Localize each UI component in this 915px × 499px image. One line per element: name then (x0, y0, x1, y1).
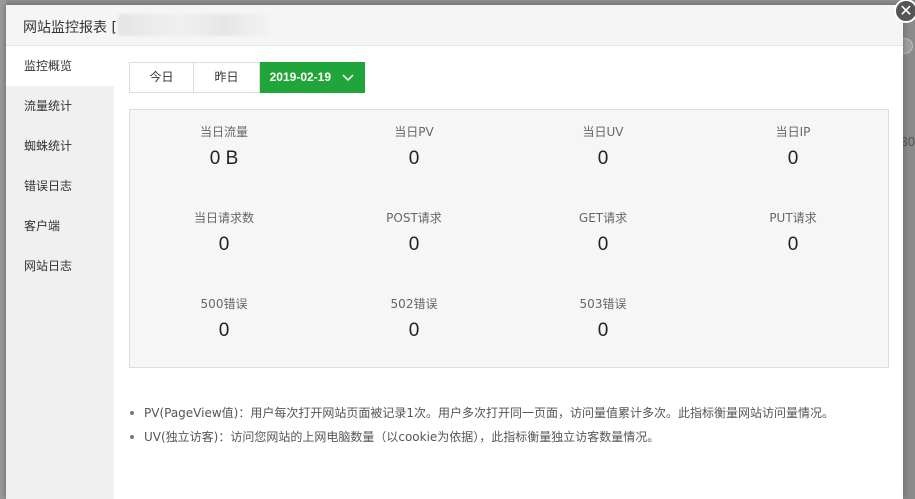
stat-label: 500错误 (200, 297, 248, 311)
background-overlay-right (905, 0, 915, 499)
sidebar-item-overview[interactable]: 监控概览 (6, 46, 114, 86)
sidebar-item-spider[interactable]: 蜘蛛统计 (6, 126, 114, 166)
stats-panel: 当日流量 0 B 当日PV 0 当日UV 0 当日IP 0 当日请求数 0 PO… (129, 109, 889, 368)
stat-daily-traffic: 当日流量 0 B (159, 123, 289, 170)
stat-daily-requests: 当日请求数 0 (159, 209, 289, 256)
overview-content: 今日 昨日 2019-02-19 当日流量 0 B 当日PV 0 当日UV 0 (114, 46, 903, 499)
stat-daily-ip: 当日IP 0 (728, 123, 858, 170)
metric-notes: PV(PageView值)：用户每次打开网站页面被记录1次。用户多次打开同一页面… (129, 401, 834, 449)
close-icon: ✕ (899, 1, 913, 20)
stat-value: 0 (218, 234, 230, 255)
stat-value: 0 (408, 148, 420, 169)
stat-500-errors: 500错误 0 (159, 295, 289, 342)
note-uv: UV(独立访客)：访问您网站的上网电脑数量（以cookie为依据），此指标衡量独… (129, 425, 834, 449)
stat-label: 当日PV (394, 125, 434, 139)
tab-today[interactable]: 今日 (129, 62, 194, 93)
stat-value: 0 (218, 320, 230, 341)
sidebar-item-client[interactable]: 客户端 (6, 206, 114, 246)
stat-value: 0 (408, 320, 420, 341)
stat-daily-pv: 当日PV 0 (349, 123, 479, 170)
stat-daily-uv: 当日UV 0 (538, 123, 668, 170)
date-picker[interactable]: 2019-02-19 (260, 62, 365, 93)
stat-503-errors: 503错误 0 (538, 295, 668, 342)
stat-label: 当日流量 (199, 125, 248, 139)
monitor-report-modal: 网站监控报表 [ 监控概览 流量统计 蜘蛛统计 错误日志 客户端 网站日志 今日… (6, 0, 915, 499)
stat-value: 0 (787, 148, 799, 169)
sidebar-item-traffic[interactable]: 流量统计 (6, 86, 114, 126)
stat-value: 0 (597, 148, 609, 169)
chevron-down-icon (342, 74, 354, 81)
stat-label: 当日请求数 (193, 211, 254, 225)
redacted-site-name (118, 14, 270, 36)
stat-label: 503错误 (579, 297, 627, 311)
stat-label: GET请求 (578, 211, 628, 225)
stat-value: 0 B (209, 148, 239, 169)
stat-label: PUT请求 (769, 211, 817, 225)
stat-label: 当日IP (775, 125, 811, 139)
report-sidebar: 监控概览 流量统计 蜘蛛统计 错误日志 客户端 网站日志 (6, 46, 114, 499)
stat-label: 502错误 (390, 297, 438, 311)
stat-value: 0 (597, 320, 609, 341)
note-pv: PV(PageView值)：用户每次打开网站页面被记录1次。用户多次打开同一页面… (129, 401, 834, 425)
stat-post-requests: POST请求 0 (349, 209, 479, 256)
sidebar-item-site-log[interactable]: 网站日志 (6, 246, 114, 286)
close-button[interactable]: ✕ (894, 0, 915, 23)
modal-header: 网站监控报表 [ (6, 5, 903, 46)
stat-get-requests: GET请求 0 (538, 209, 668, 256)
stat-label: 当日UV (582, 125, 624, 139)
date-picker-value: 2019-02-19 (269, 70, 332, 84)
stat-value: 0 (408, 234, 420, 255)
sidebar-item-error-log[interactable]: 错误日志 (6, 166, 114, 206)
modal-title: 网站监控报表 [ (23, 20, 117, 36)
stat-value: 0 (787, 234, 799, 255)
date-tabs: 今日 昨日 2019-02-19 (129, 62, 365, 93)
stat-label: POST请求 (386, 211, 442, 225)
tab-yesterday[interactable]: 昨日 (194, 62, 260, 93)
stat-value: 0 (597, 234, 609, 255)
stat-502-errors: 502错误 0 (349, 295, 479, 342)
stat-put-requests: PUT请求 0 (728, 209, 858, 256)
